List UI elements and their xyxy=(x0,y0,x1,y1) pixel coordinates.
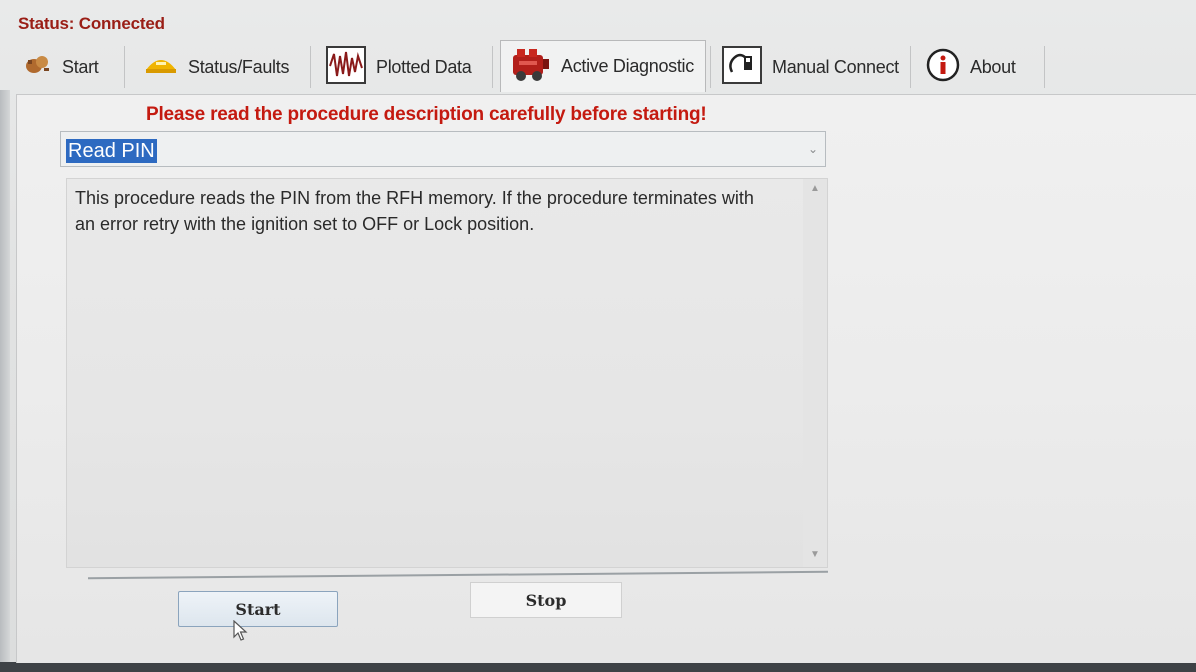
connector-icon xyxy=(722,45,762,89)
scroll-up-arrow-icon[interactable]: ▲ xyxy=(803,179,827,199)
engine-icon xyxy=(24,52,52,83)
procedure-warning: Please read the procedure description ca… xyxy=(146,104,707,125)
tab-separator xyxy=(1044,46,1045,88)
tab-separator xyxy=(910,46,911,88)
tab-separator xyxy=(124,46,125,88)
tab-manual-connect-label: Manual Connect xyxy=(772,56,899,77)
tab-active-diagnostic[interactable]: Active Diagnostic xyxy=(500,40,706,92)
procedure-description-text: This procedure reads the PIN from the RF… xyxy=(75,188,754,234)
tab-status-faults[interactable]: Status/Faults xyxy=(144,42,314,92)
tab-about[interactable]: About xyxy=(926,42,1046,92)
fault-lamp-icon xyxy=(144,54,178,81)
tab-plotted-data[interactable]: Plotted Data xyxy=(326,42,496,92)
procedure-description[interactable]: This procedure reads the PIN from the RF… xyxy=(66,178,828,568)
tab-separator xyxy=(310,46,311,88)
chevron-down-icon[interactable]: ⌄ xyxy=(805,140,821,158)
tab-start-label: Start xyxy=(62,56,99,77)
tab-plotted-data-label: Plotted Data xyxy=(376,56,472,77)
tab-status-faults-label: Status/Faults xyxy=(188,56,290,77)
tab-bar: Start Status/Faults Plotted Data Active … xyxy=(14,40,1054,94)
window-left-edge xyxy=(0,90,10,662)
procedure-select-value: Read PIN xyxy=(66,139,157,163)
taskbar-strip xyxy=(0,662,1196,672)
tab-separator xyxy=(710,46,711,88)
tab-separator xyxy=(492,46,493,88)
description-scrollbar[interactable]: ▲ ▼ xyxy=(803,179,827,567)
engine-block-icon xyxy=(509,45,551,88)
start-button[interactable]: Start xyxy=(178,591,338,627)
tab-about-label: About xyxy=(970,56,1016,77)
stop-button[interactable]: Stop xyxy=(470,582,622,618)
mouse-pointer-icon xyxy=(233,619,249,647)
connection-status: Status: Connected xyxy=(18,14,165,33)
procedure-select[interactable]: Read PIN ⌄ xyxy=(60,131,826,167)
waveform-icon xyxy=(326,45,366,89)
tab-start[interactable]: Start xyxy=(24,42,124,92)
tab-active-diagnostic-label: Active Diagnostic xyxy=(561,56,694,76)
scroll-down-arrow-icon[interactable]: ▼ xyxy=(803,545,827,565)
info-icon xyxy=(926,48,960,87)
tab-manual-connect[interactable]: Manual Connect xyxy=(722,42,912,92)
